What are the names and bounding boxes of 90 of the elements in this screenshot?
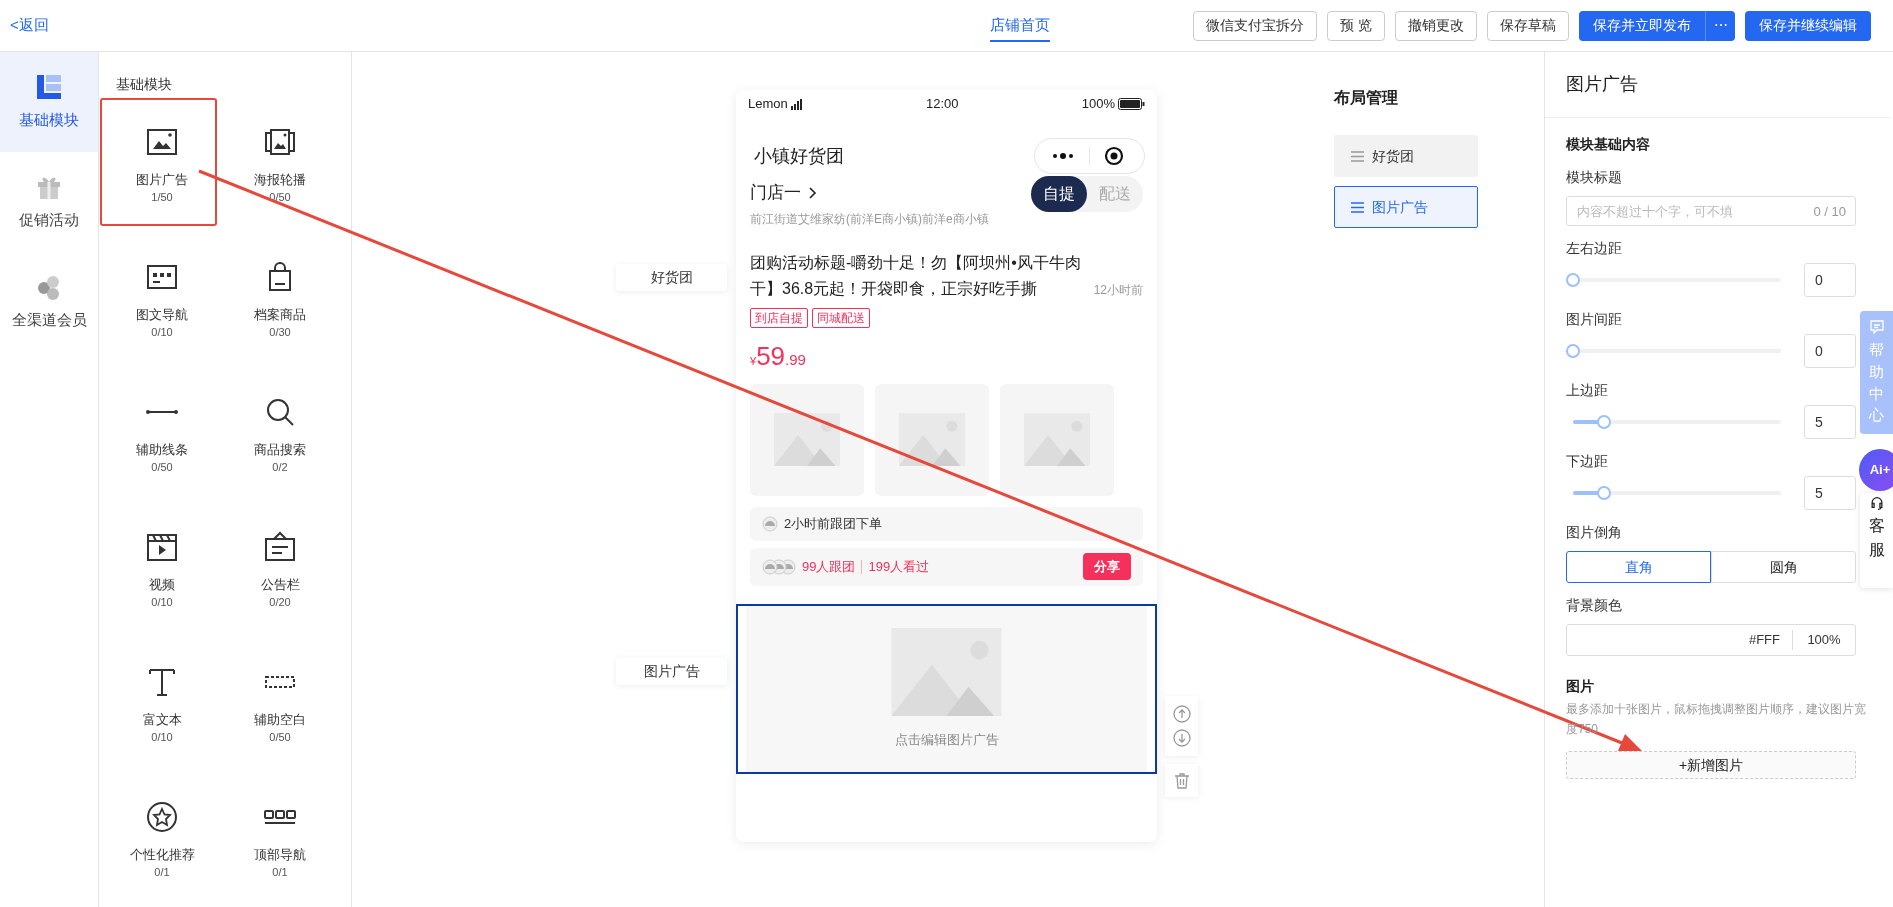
image-placeholder-icon <box>891 627 1002 716</box>
chat-icon <box>1868 319 1885 335</box>
field-label: 图片间距 <box>1566 310 1622 329</box>
module-tile[interactable]: 图片广告 1/50 <box>103 100 221 235</box>
slider-thumb[interactable] <box>1597 486 1612 500</box>
char-counter: 0 / 10 <box>1813 203 1846 221</box>
signal-icon <box>790 98 803 110</box>
back-link[interactable]: <返回 <box>0 14 80 37</box>
more-button[interactable]: ⋯ <box>1705 10 1735 41</box>
close-icon[interactable] <box>1104 146 1124 166</box>
section-tag: 好货团 <box>616 264 727 291</box>
view-count: 199人看过 <box>868 557 930 576</box>
toolbar-button[interactable]: 预 览 <box>1327 10 1385 41</box>
image-ad-block[interactable]: 点击编辑图片广告 <box>736 603 1157 774</box>
ai-assistant-button[interactable]: Ai+ <box>1859 449 1893 491</box>
recent-order-text: 2小时前跟团下单 <box>784 514 883 533</box>
color-input[interactable]: #FFF 100% <box>1566 624 1856 656</box>
status-time: 12:00 <box>925 95 959 114</box>
field-label: 模块标题 <box>1566 168 1622 187</box>
arrow-down-icon[interactable] <box>1172 729 1191 747</box>
module-tile[interactable]: 视频 0/10 <box>103 505 221 640</box>
module-tile[interactable]: 辅助线条 0/50 <box>103 370 221 505</box>
corner-option[interactable]: 圆角 <box>1711 551 1856 583</box>
field-label: 上边距 <box>1566 381 1608 400</box>
field-label: 图片倒角 <box>1566 523 1622 542</box>
module-tile[interactable]: 个性化推荐 0/1 <box>103 775 221 907</box>
number-input[interactable]: 0 <box>1804 263 1856 297</box>
image-placeholder-icon <box>1024 413 1090 466</box>
image-placeholder-icon <box>774 413 840 466</box>
slider-thumb[interactable] <box>1566 273 1580 287</box>
avatars-icon <box>762 558 796 575</box>
number-input[interactable]: 0 <box>1804 334 1856 368</box>
drag-handle-icon[interactable] <box>1351 150 1364 162</box>
customer-service-tab[interactable]: 客服 <box>1860 493 1893 588</box>
module-tile[interactable]: 顶部导航 0/1 <box>221 775 339 907</box>
battery-icon <box>1118 98 1145 110</box>
module-section-title: 基础模块 <box>115 75 173 94</box>
toolbar-button[interactable]: 撤销更改 <box>1395 10 1477 41</box>
field-label: 左右边距 <box>1566 239 1622 258</box>
module-tile[interactable]: 商品搜索 0/2 <box>221 370 339 505</box>
section-tag: 图片广告 <box>616 658 727 685</box>
sidebar-tab[interactable]: 基础模块 <box>0 52 98 152</box>
page-title-tab[interactable]: 店铺首页 <box>990 9 1050 42</box>
store-name[interactable]: 门店一 <box>750 180 801 206</box>
product-title: 团购活动标题-嚼劲十足！勿【阿坝州•风干牛肉干】36.8元起！开袋即食，正宗好吃手撕 <box>750 252 1082 299</box>
line-icon <box>145 409 179 415</box>
field-label: 背景颜色 <box>1566 596 1622 615</box>
trash-icon[interactable] <box>1172 771 1191 790</box>
post-time: 12小时前 <box>1093 281 1143 299</box>
battery-text: 100% <box>1081 95 1115 114</box>
section-title: 图片 <box>1566 677 1595 696</box>
field-label: 下边距 <box>1566 452 1608 471</box>
ad-hint: 点击编辑图片广告 <box>894 730 999 749</box>
number-input[interactable]: 5 <box>1804 405 1856 439</box>
store-address: 前江街道艾维家纺(前洋E商小镇)前洋e商小镇 <box>750 210 989 228</box>
arrow-up-icon[interactable] <box>1172 705 1191 723</box>
delivery-tag: 到店自提 <box>750 307 808 328</box>
publish-button[interactable]: 保存并立即发布 <box>1579 10 1705 41</box>
slider-thumb[interactable] <box>1597 415 1612 429</box>
app-title: 小镇好货团 <box>754 144 844 168</box>
layout-item[interactable]: 图片广告 <box>1334 186 1478 228</box>
blocks-icon <box>35 72 63 101</box>
section-title: 模块基础内容 <box>1566 135 1651 154</box>
layout-item[interactable]: 好货团 <box>1334 135 1478 177</box>
carrier-text: Lemon <box>748 95 788 114</box>
chevron-right-icon[interactable] <box>809 186 817 199</box>
more-icon[interactable] <box>1051 152 1075 160</box>
panel-title: 图片广告 <box>1545 52 1890 118</box>
number-input[interactable]: 5 <box>1804 476 1856 510</box>
share-button[interactable]: 分享 <box>1083 553 1131 580</box>
avatar-icon <box>762 515 778 532</box>
toolbar-button[interactable]: 微信支付宝拆分 <box>1193 10 1318 41</box>
module-tile[interactable]: 富文本 0/10 <box>103 640 221 775</box>
layout-title: 布局管理 <box>1334 88 1399 108</box>
corner-option[interactable]: 直角 <box>1566 551 1711 583</box>
joined-count: 99人跟团 <box>802 557 856 576</box>
module-tile[interactable]: 图文导航 0/10 <box>103 235 221 370</box>
toolbar-button[interactable]: 保存草稿 <box>1487 10 1569 41</box>
delivery-tag: 同城配送 <box>812 307 870 328</box>
drag-handle-icon[interactable] <box>1351 201 1364 213</box>
headset-icon <box>1870 497 1883 510</box>
module-tile[interactable]: 档案商品 0/30 <box>221 235 339 370</box>
save-continue-button[interactable]: 保存并继续编辑 <box>1745 10 1871 41</box>
image-placeholder-icon <box>899 413 965 466</box>
module-tile[interactable]: 公告栏 0/20 <box>221 505 339 640</box>
slider-thumb[interactable] <box>1566 344 1580 358</box>
price-text: ¥59.99 <box>750 339 807 372</box>
delivery-toggle[interactable]: 自提 <box>1031 176 1087 212</box>
add-image-button[interactable]: +新增图片 <box>1566 751 1856 779</box>
module-tile[interactable]: 辅助空白 0/50 <box>221 640 339 775</box>
